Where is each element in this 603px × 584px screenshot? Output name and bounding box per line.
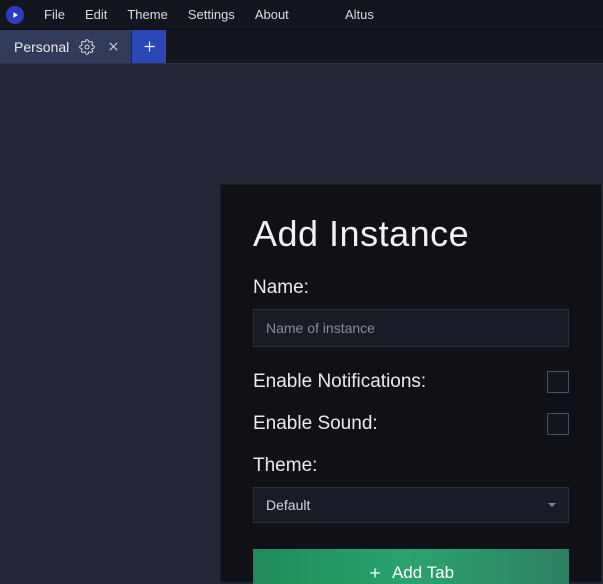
menu-about[interactable]: About: [245, 3, 299, 26]
tab-personal[interactable]: Personal: [0, 30, 132, 63]
app-logo-icon: [6, 6, 24, 24]
menu-edit[interactable]: Edit: [75, 3, 117, 26]
menu-bar: File Edit Theme Settings About Altus: [0, 0, 603, 30]
plus-icon: [368, 566, 382, 580]
enable-sound-checkbox[interactable]: [547, 413, 569, 435]
content-area: Add Instance Name: Enable Notifications:…: [0, 64, 603, 584]
menu-settings[interactable]: Settings: [178, 3, 245, 26]
chevron-down-icon: [548, 503, 556, 507]
enable-notifications-row: Enable Notifications:: [253, 371, 569, 393]
menu-file[interactable]: File: [34, 3, 75, 26]
theme-label: Theme:: [253, 455, 569, 477]
theme-selected-value: Default: [266, 497, 310, 513]
gear-icon[interactable]: [79, 39, 95, 55]
close-icon[interactable]: [105, 39, 121, 55]
enable-sound-row: Enable Sound:: [253, 413, 569, 435]
add-tab-button[interactable]: [132, 30, 166, 63]
panel-title: Add Instance: [253, 213, 569, 255]
enable-notifications-checkbox[interactable]: [547, 371, 569, 393]
name-label: Name:: [253, 277, 569, 299]
tab-strip: Personal: [0, 30, 603, 64]
theme-select[interactable]: Default: [253, 487, 569, 523]
enable-notifications-label: Enable Notifications:: [253, 371, 426, 393]
add-tab-submit-button[interactable]: Add Tab: [253, 549, 569, 584]
tab-label: Personal: [14, 39, 69, 55]
add-tab-button-label: Add Tab: [392, 563, 454, 583]
name-input[interactable]: [253, 309, 569, 347]
enable-sound-label: Enable Sound:: [253, 413, 378, 435]
add-instance-panel: Add Instance Name: Enable Notifications:…: [220, 184, 601, 582]
menu-theme[interactable]: Theme: [117, 3, 177, 26]
